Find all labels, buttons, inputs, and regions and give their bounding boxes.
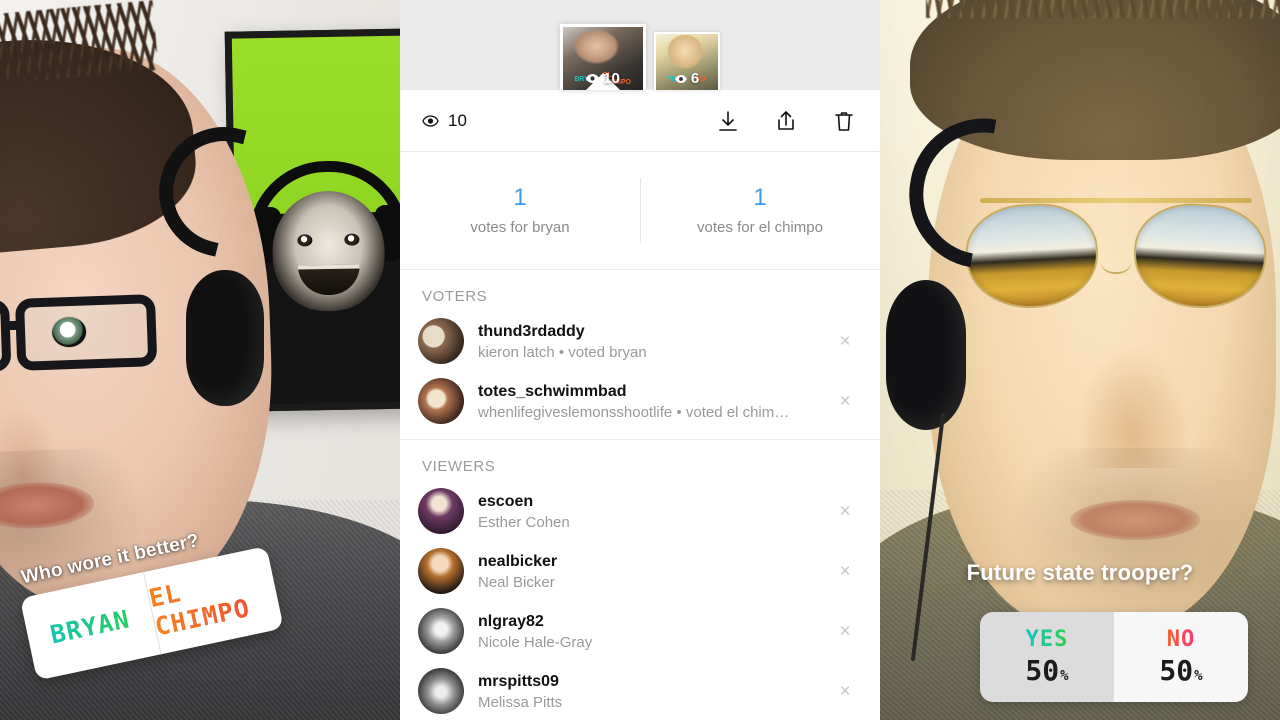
voter-dismiss-button[interactable]: × bbox=[832, 328, 858, 354]
avatar bbox=[418, 378, 464, 424]
viewer-username[interactable]: escoen bbox=[478, 492, 832, 512]
right-poll-percent-symbol-yes: % bbox=[1060, 668, 1069, 684]
right-poll-label-no: NO bbox=[1166, 627, 1196, 652]
thumb-view-count-text: 10 bbox=[603, 70, 620, 87]
voter-subtitle: whenlifegiveslemonsshootlife • voted el … bbox=[478, 403, 790, 421]
viewer-dismiss-button[interactable]: × bbox=[832, 498, 858, 524]
viewer-fullname: Neal Bicker bbox=[478, 573, 555, 591]
viewer-row-nlgray82[interactable]: nlgray82 Nicole Hale-Gray × bbox=[400, 601, 880, 661]
vote-count-bryan: 1 bbox=[513, 184, 527, 212]
story-thumb-trooper[interactable]: YES NO 6 bbox=[654, 32, 720, 90]
avatar bbox=[418, 318, 464, 364]
viewer-row-mrspitts09[interactable]: mrspitts09 Melissa Pitts × bbox=[400, 661, 880, 720]
headphone-band-left-photo bbox=[145, 113, 247, 257]
story-thumb-bryan[interactable]: BRYAN EL CHIMPO 10 bbox=[560, 24, 646, 90]
right-poll-percent-value-no: 50 bbox=[1159, 654, 1194, 687]
poster-chimp-eye-left bbox=[296, 234, 313, 247]
right-poll-percent-symbol-no: % bbox=[1194, 668, 1203, 684]
share-upload-icon bbox=[778, 110, 794, 130]
voter-row-thund3rdaddy[interactable]: thund3rdaddy kieron latch • voted bryan … bbox=[400, 311, 880, 371]
poster-chimp-eye-right bbox=[344, 233, 360, 246]
viewer-fullname: Esther Cohen bbox=[478, 513, 570, 531]
viewer-text-block: mrspitts09 Melissa Pitts bbox=[478, 672, 832, 711]
right-poll-option-no[interactable]: NO 50 % bbox=[1114, 612, 1248, 702]
right-poll-percent-value-yes: 50 bbox=[1025, 654, 1060, 687]
download-icon bbox=[719, 110, 737, 131]
avatar bbox=[418, 668, 464, 714]
screenshot-root: Who wore it better? BRYAN EL CHIMPO BRYA… bbox=[0, 0, 1280, 720]
headphone-cup-left-photo bbox=[186, 270, 264, 406]
toolbar-actions bbox=[714, 107, 858, 135]
vote-count-el-chimpo: 1 bbox=[753, 184, 767, 212]
viewer-row-escoen[interactable]: escoen Esther Cohen × bbox=[400, 481, 880, 541]
trash-icon bbox=[835, 111, 853, 131]
viewer-row-nealbicker[interactable]: nealbicker Neal Bicker × bbox=[400, 541, 880, 601]
vote-column-el-chimpo: 1 votes for el chimpo bbox=[640, 184, 880, 236]
story-thumb-trooper-view-count: 6 bbox=[656, 70, 718, 87]
glasses-lens-left bbox=[0, 299, 12, 377]
share-button[interactable] bbox=[772, 107, 800, 135]
viewer-fullname: Melissa Pitts bbox=[478, 693, 563, 711]
vote-column-bryan: 1 votes for bryan bbox=[400, 184, 640, 236]
left-story-photo[interactable]: Who wore it better? BRYAN EL CHIMPO bbox=[0, 0, 400, 720]
viewer-dismiss-button[interactable]: × bbox=[832, 678, 858, 704]
right-poll-option-yes[interactable]: YES 50 % bbox=[980, 612, 1114, 702]
viewer-dismiss-button[interactable]: × bbox=[832, 618, 858, 644]
avatar bbox=[418, 548, 464, 594]
voter-dismiss-button[interactable]: × bbox=[832, 388, 858, 414]
left-poll-option-el-chimpo[interactable]: EL CHIMPO bbox=[144, 546, 284, 654]
vote-label-el-chimpo: votes for el chimpo bbox=[697, 218, 823, 236]
vote-label-bryan: votes for bryan bbox=[470, 218, 570, 236]
story-thumb-bryan-view-count: 10 bbox=[563, 70, 643, 87]
right-poll-sticker[interactable]: YES 50 % NO 50 % bbox=[980, 612, 1248, 702]
left-poll-option-bryan[interactable]: BRYAN bbox=[20, 572, 160, 680]
right-poll-percent-no: 50 % bbox=[1159, 654, 1202, 687]
viewer-fullname: Nicole Hale-Gray bbox=[478, 633, 593, 651]
poster-chimp-smile bbox=[297, 264, 361, 296]
voter-subtitle: kieron latch • voted bryan bbox=[478, 343, 647, 361]
eye-icon bbox=[422, 114, 439, 127]
right-poll-label-yes: YES bbox=[1025, 627, 1069, 652]
left-subject-headphones bbox=[145, 113, 280, 420]
viewers-section-header: VIEWERS bbox=[422, 458, 496, 475]
viewer-username[interactable]: nealbicker bbox=[478, 552, 832, 572]
eye-icon bbox=[675, 74, 687, 83]
right-poll-percent-yes: 50 % bbox=[1025, 654, 1068, 687]
story-thumbnail-carousel[interactable]: BRYAN EL CHIMPO 10 YES NO 6 bbox=[400, 0, 880, 90]
viewer-text-block: nlgray82 Nicole Hale-Gray bbox=[478, 612, 832, 651]
story-insights-panel: BRYAN EL CHIMPO 10 YES NO 6 10 1 votes f… bbox=[400, 0, 880, 720]
story-toolbar: 10 bbox=[400, 90, 880, 152]
voter-username[interactable]: totes_schwimmbad bbox=[478, 382, 832, 402]
voter-text-block: totes_schwimmbad whenlifegiveslemonsshoo… bbox=[478, 382, 832, 421]
voter-text-block: thund3rdaddy kieron latch • voted bryan bbox=[478, 322, 832, 361]
viewer-username[interactable]: mrspitts09 bbox=[478, 672, 832, 692]
viewer-dismiss-button[interactable]: × bbox=[832, 558, 858, 584]
avatar bbox=[418, 488, 464, 534]
eye-icon bbox=[586, 74, 600, 83]
right-poll-question: Future state trooper? bbox=[966, 560, 1194, 585]
total-view-count: 10 bbox=[422, 111, 467, 131]
right-story-photo[interactable]: Future state trooper? YES 50 % NO 50 % bbox=[880, 0, 1280, 720]
total-view-count-text: 10 bbox=[448, 110, 467, 130]
avatar bbox=[418, 608, 464, 654]
voter-row-totes-schwimmbad[interactable]: totes_schwimmbad whenlifegiveslemonsshoo… bbox=[400, 371, 880, 431]
voters-section-header: VOTERS bbox=[422, 288, 488, 305]
delete-button[interactable] bbox=[830, 107, 858, 135]
thumb2-view-count-text: 6 bbox=[690, 70, 700, 87]
poster-chimp-face bbox=[271, 189, 386, 312]
viewer-text-block: nealbicker Neal Bicker bbox=[478, 552, 832, 591]
vote-column-divider bbox=[640, 178, 641, 243]
download-button[interactable] bbox=[714, 107, 742, 135]
vote-summary: 1 votes for bryan 1 votes for el chimpo bbox=[400, 152, 880, 270]
viewer-username[interactable]: nlgray82 bbox=[478, 612, 832, 632]
viewer-text-block: escoen Esther Cohen bbox=[478, 492, 832, 531]
voter-username[interactable]: thund3rdaddy bbox=[478, 322, 832, 342]
